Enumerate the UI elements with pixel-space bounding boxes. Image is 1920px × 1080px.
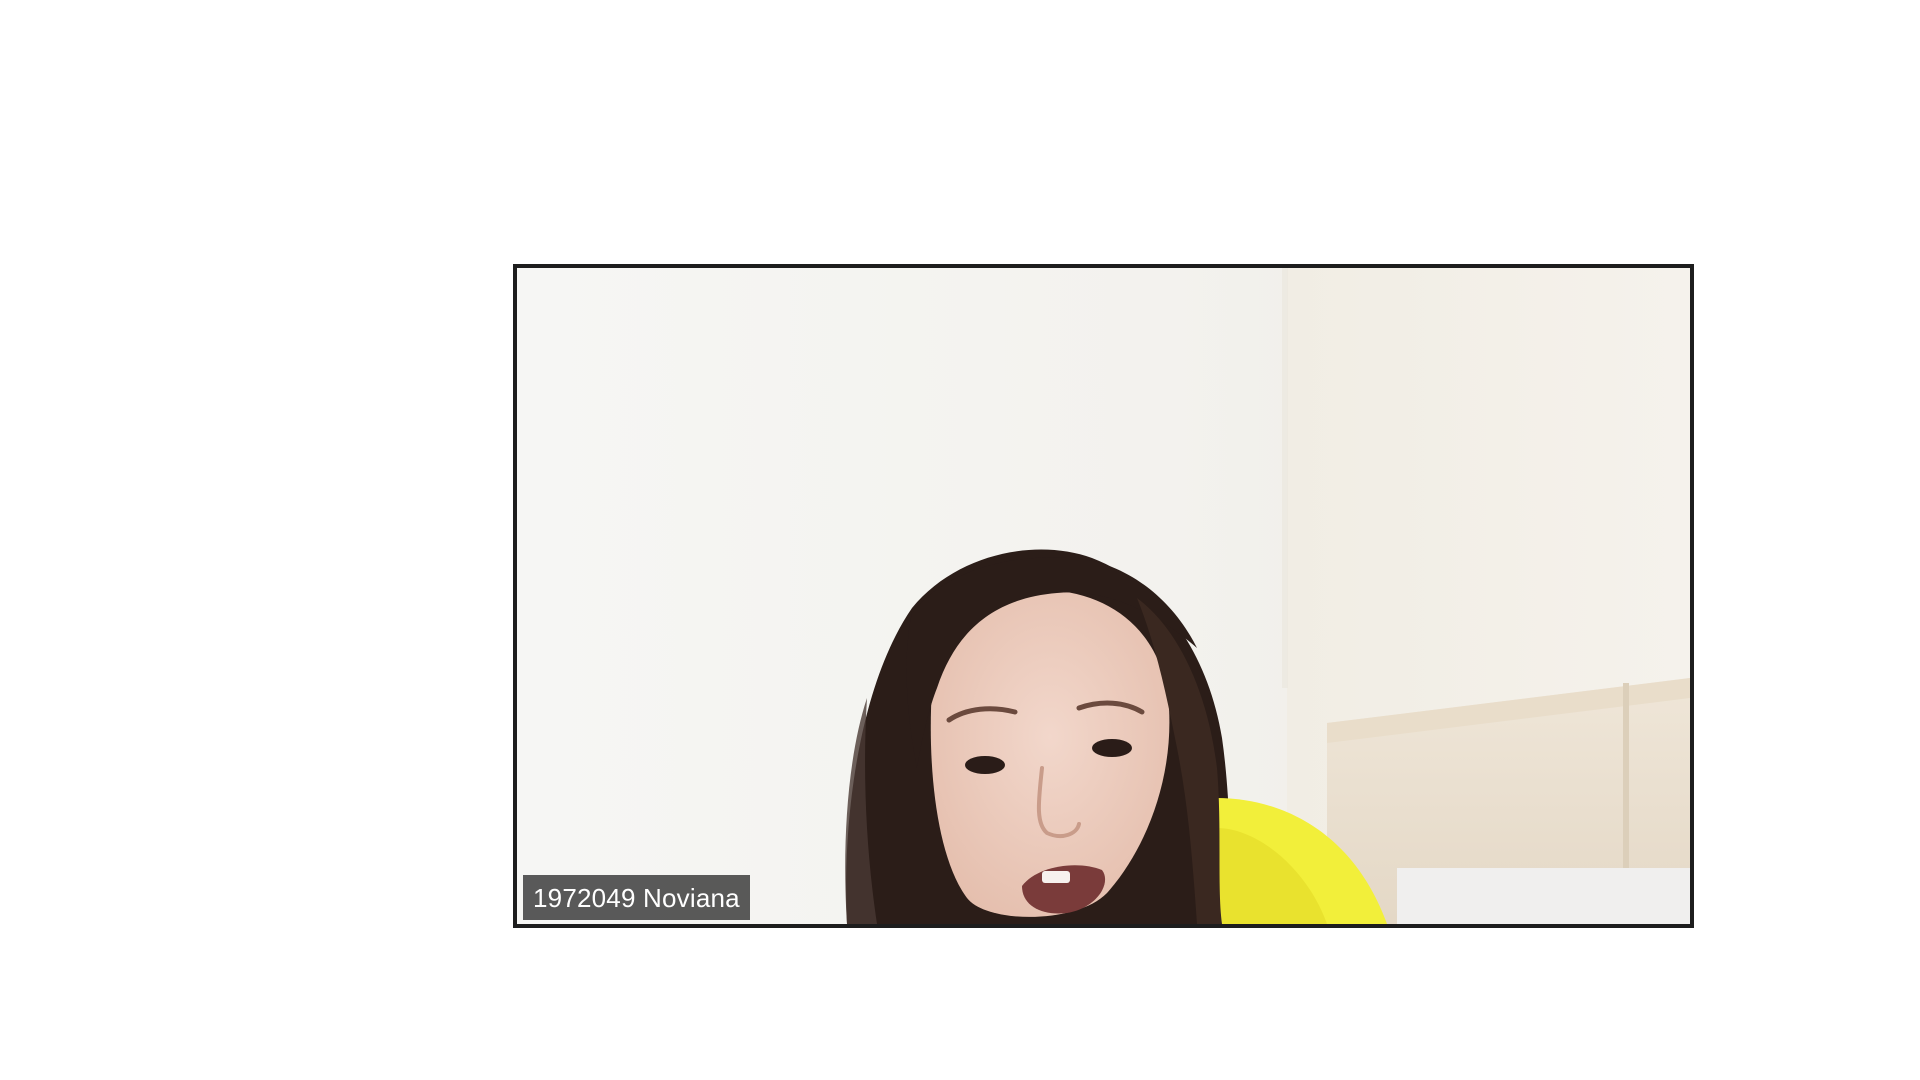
participant-name-label: 1972049 Noviana — [523, 875, 750, 920]
participant-video-feed — [517, 268, 1690, 924]
participant-video-tile[interactable]: 1972049 Noviana — [513, 264, 1694, 928]
meeting-window: 1972049 Noviana — [0, 0, 1920, 1080]
